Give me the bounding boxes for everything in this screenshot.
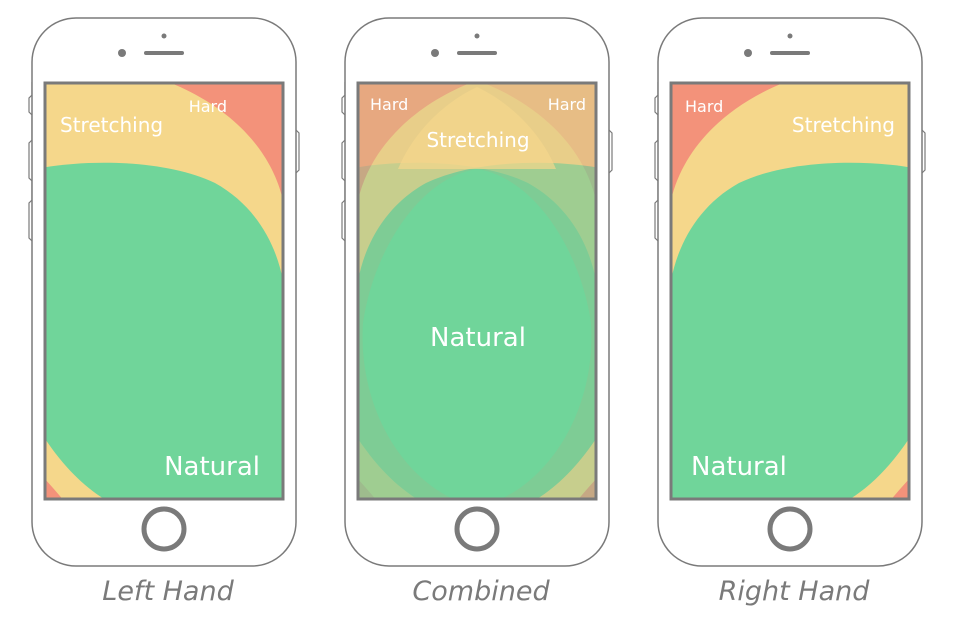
screen-zones — [669, 73, 919, 513]
speaker-grille — [770, 51, 810, 55]
front-camera-icon — [744, 49, 752, 57]
label-natural: Natural — [430, 323, 526, 353]
label-natural: Natural — [164, 452, 260, 482]
label-hard-left: Hard — [370, 95, 408, 114]
front-camera-icon — [118, 49, 126, 57]
thumb-zone-diagram: Hard Stretching Natural Left Hand Hard H… — [28, 17, 926, 607]
label-hard: Hard — [189, 97, 227, 116]
label-hard-right: Hard — [548, 95, 586, 114]
speaker-grille — [144, 51, 184, 55]
caption-right-hand: Right Hand — [719, 576, 871, 607]
label-hard: Hard — [685, 97, 723, 116]
caption-combined: Combined — [412, 576, 550, 607]
label-natural: Natural — [691, 452, 787, 482]
screen-zones — [45, 83, 283, 499]
label-stretching: Stretching — [792, 113, 895, 137]
camera-dot-icon — [474, 33, 480, 39]
camera-dot-icon — [787, 33, 793, 39]
caption-left-hand: Left Hand — [102, 576, 234, 607]
phone-combined: Hard Hard Stretching Natural Combined — [341, 17, 613, 607]
front-camera-icon — [431, 49, 439, 57]
speaker-grille — [457, 51, 497, 55]
phone-right-hand: Hard Stretching Natural Right Hand — [654, 17, 926, 607]
label-stretching: Stretching — [426, 128, 529, 152]
phone-left-hand: Hard Stretching Natural Left Hand — [28, 17, 300, 607]
label-stretching: Stretching — [60, 113, 163, 137]
camera-dot-icon — [161, 33, 167, 39]
